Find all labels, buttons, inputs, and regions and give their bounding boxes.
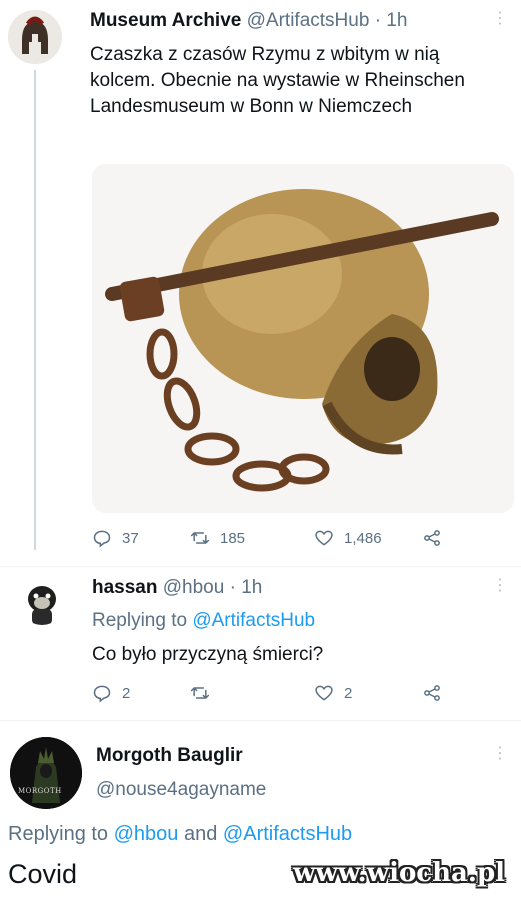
replying-to: Replying to @hbou and @ArtifactsHub bbox=[8, 823, 352, 846]
watermark: www.wiocha.pl bbox=[293, 858, 505, 888]
share-icon bbox=[424, 685, 440, 701]
like-button[interactable]: 1,486 bbox=[314, 528, 382, 548]
reply-count: 37 bbox=[122, 529, 139, 547]
reply-header: hassan @hbou · 1h bbox=[92, 577, 262, 599]
tweet-text: Czaszka z czasów Rzymu z wbitym w nią ko… bbox=[90, 44, 465, 117]
reply-button[interactable]: 2 bbox=[92, 683, 130, 703]
reply-icon bbox=[93, 530, 111, 548]
like-button[interactable]: 2 bbox=[314, 683, 352, 703]
retweet-icon bbox=[190, 687, 210, 699]
spartan-helmet-icon bbox=[8, 10, 62, 64]
share-icon bbox=[424, 530, 440, 546]
author-handle[interactable]: @hbou bbox=[163, 577, 225, 598]
tweet-header: Museum Archive @ArtifactsHub · 1h bbox=[90, 10, 407, 32]
replying-to-label: Replying to bbox=[8, 823, 109, 845]
reply-button[interactable]: 37 bbox=[92, 528, 139, 548]
heart-icon bbox=[315, 685, 333, 701]
tweet-actions: 37 185 1,486 bbox=[92, 528, 492, 552]
author-name[interactable]: Morgoth Bauglir bbox=[96, 745, 243, 767]
dark-lord-avatar-icon bbox=[10, 737, 82, 809]
retweet-button[interactable] bbox=[190, 683, 210, 703]
more-options-icon[interactable]: ⋮ bbox=[492, 746, 508, 762]
reply-tweet-hassan[interactable]: hassan @hbou · 1h ⋮ Replying to @Artifac… bbox=[0, 567, 521, 715]
mention-link[interactable]: @hbou bbox=[114, 823, 179, 845]
mention-link[interactable]: @ArtifactsHub bbox=[192, 610, 315, 631]
retweet-icon bbox=[190, 532, 210, 544]
and-label: and bbox=[183, 823, 218, 845]
retweet-count: 185 bbox=[220, 529, 246, 547]
avatar[interactable] bbox=[8, 10, 62, 64]
more-options-icon[interactable]: ⋮ bbox=[492, 11, 508, 27]
avatar-caption: MORGOTH bbox=[18, 787, 62, 795]
more-options-icon[interactable]: ⋮ bbox=[492, 578, 508, 594]
author-handle[interactable]: @ArtifactsHub bbox=[247, 10, 370, 31]
reply-text: Covid bbox=[8, 859, 78, 889]
author-handle[interactable]: @nouse4agayname bbox=[96, 779, 266, 801]
pug-avatar-icon bbox=[28, 586, 56, 625]
author-name[interactable]: hassan bbox=[92, 577, 157, 598]
reply-icon bbox=[93, 685, 111, 703]
replying-to-label: Replying to bbox=[92, 610, 188, 631]
replying-to: Replying to @ArtifactsHub bbox=[92, 610, 315, 632]
reply-text: Co było przyczyną śmierci? bbox=[92, 644, 324, 665]
avatar[interactable]: MORGOTH bbox=[10, 737, 82, 809]
retweet-button[interactable]: 185 bbox=[190, 528, 245, 548]
tweet-time[interactable]: · 1h bbox=[230, 577, 263, 598]
like-count: 2 bbox=[344, 684, 353, 702]
reply-count: 2 bbox=[122, 684, 131, 702]
like-count: 1,486 bbox=[344, 529, 382, 547]
tweet-main[interactable]: Museum Archive @ArtifactsHub · 1h ⋮ Czas… bbox=[0, 0, 521, 565]
author-name[interactable]: Museum Archive bbox=[90, 10, 241, 31]
avatar[interactable] bbox=[20, 581, 64, 625]
skull-with-spike-photo bbox=[92, 164, 514, 513]
mention-link[interactable]: @ArtifactsHub bbox=[223, 823, 352, 845]
heart-icon bbox=[315, 530, 333, 546]
share-button[interactable] bbox=[422, 683, 442, 703]
share-button[interactable] bbox=[422, 528, 442, 548]
tweet-time[interactable]: · 1h bbox=[375, 10, 408, 31]
tweet-actions: 2 2 bbox=[92, 683, 492, 707]
tweet-image[interactable] bbox=[92, 164, 514, 513]
